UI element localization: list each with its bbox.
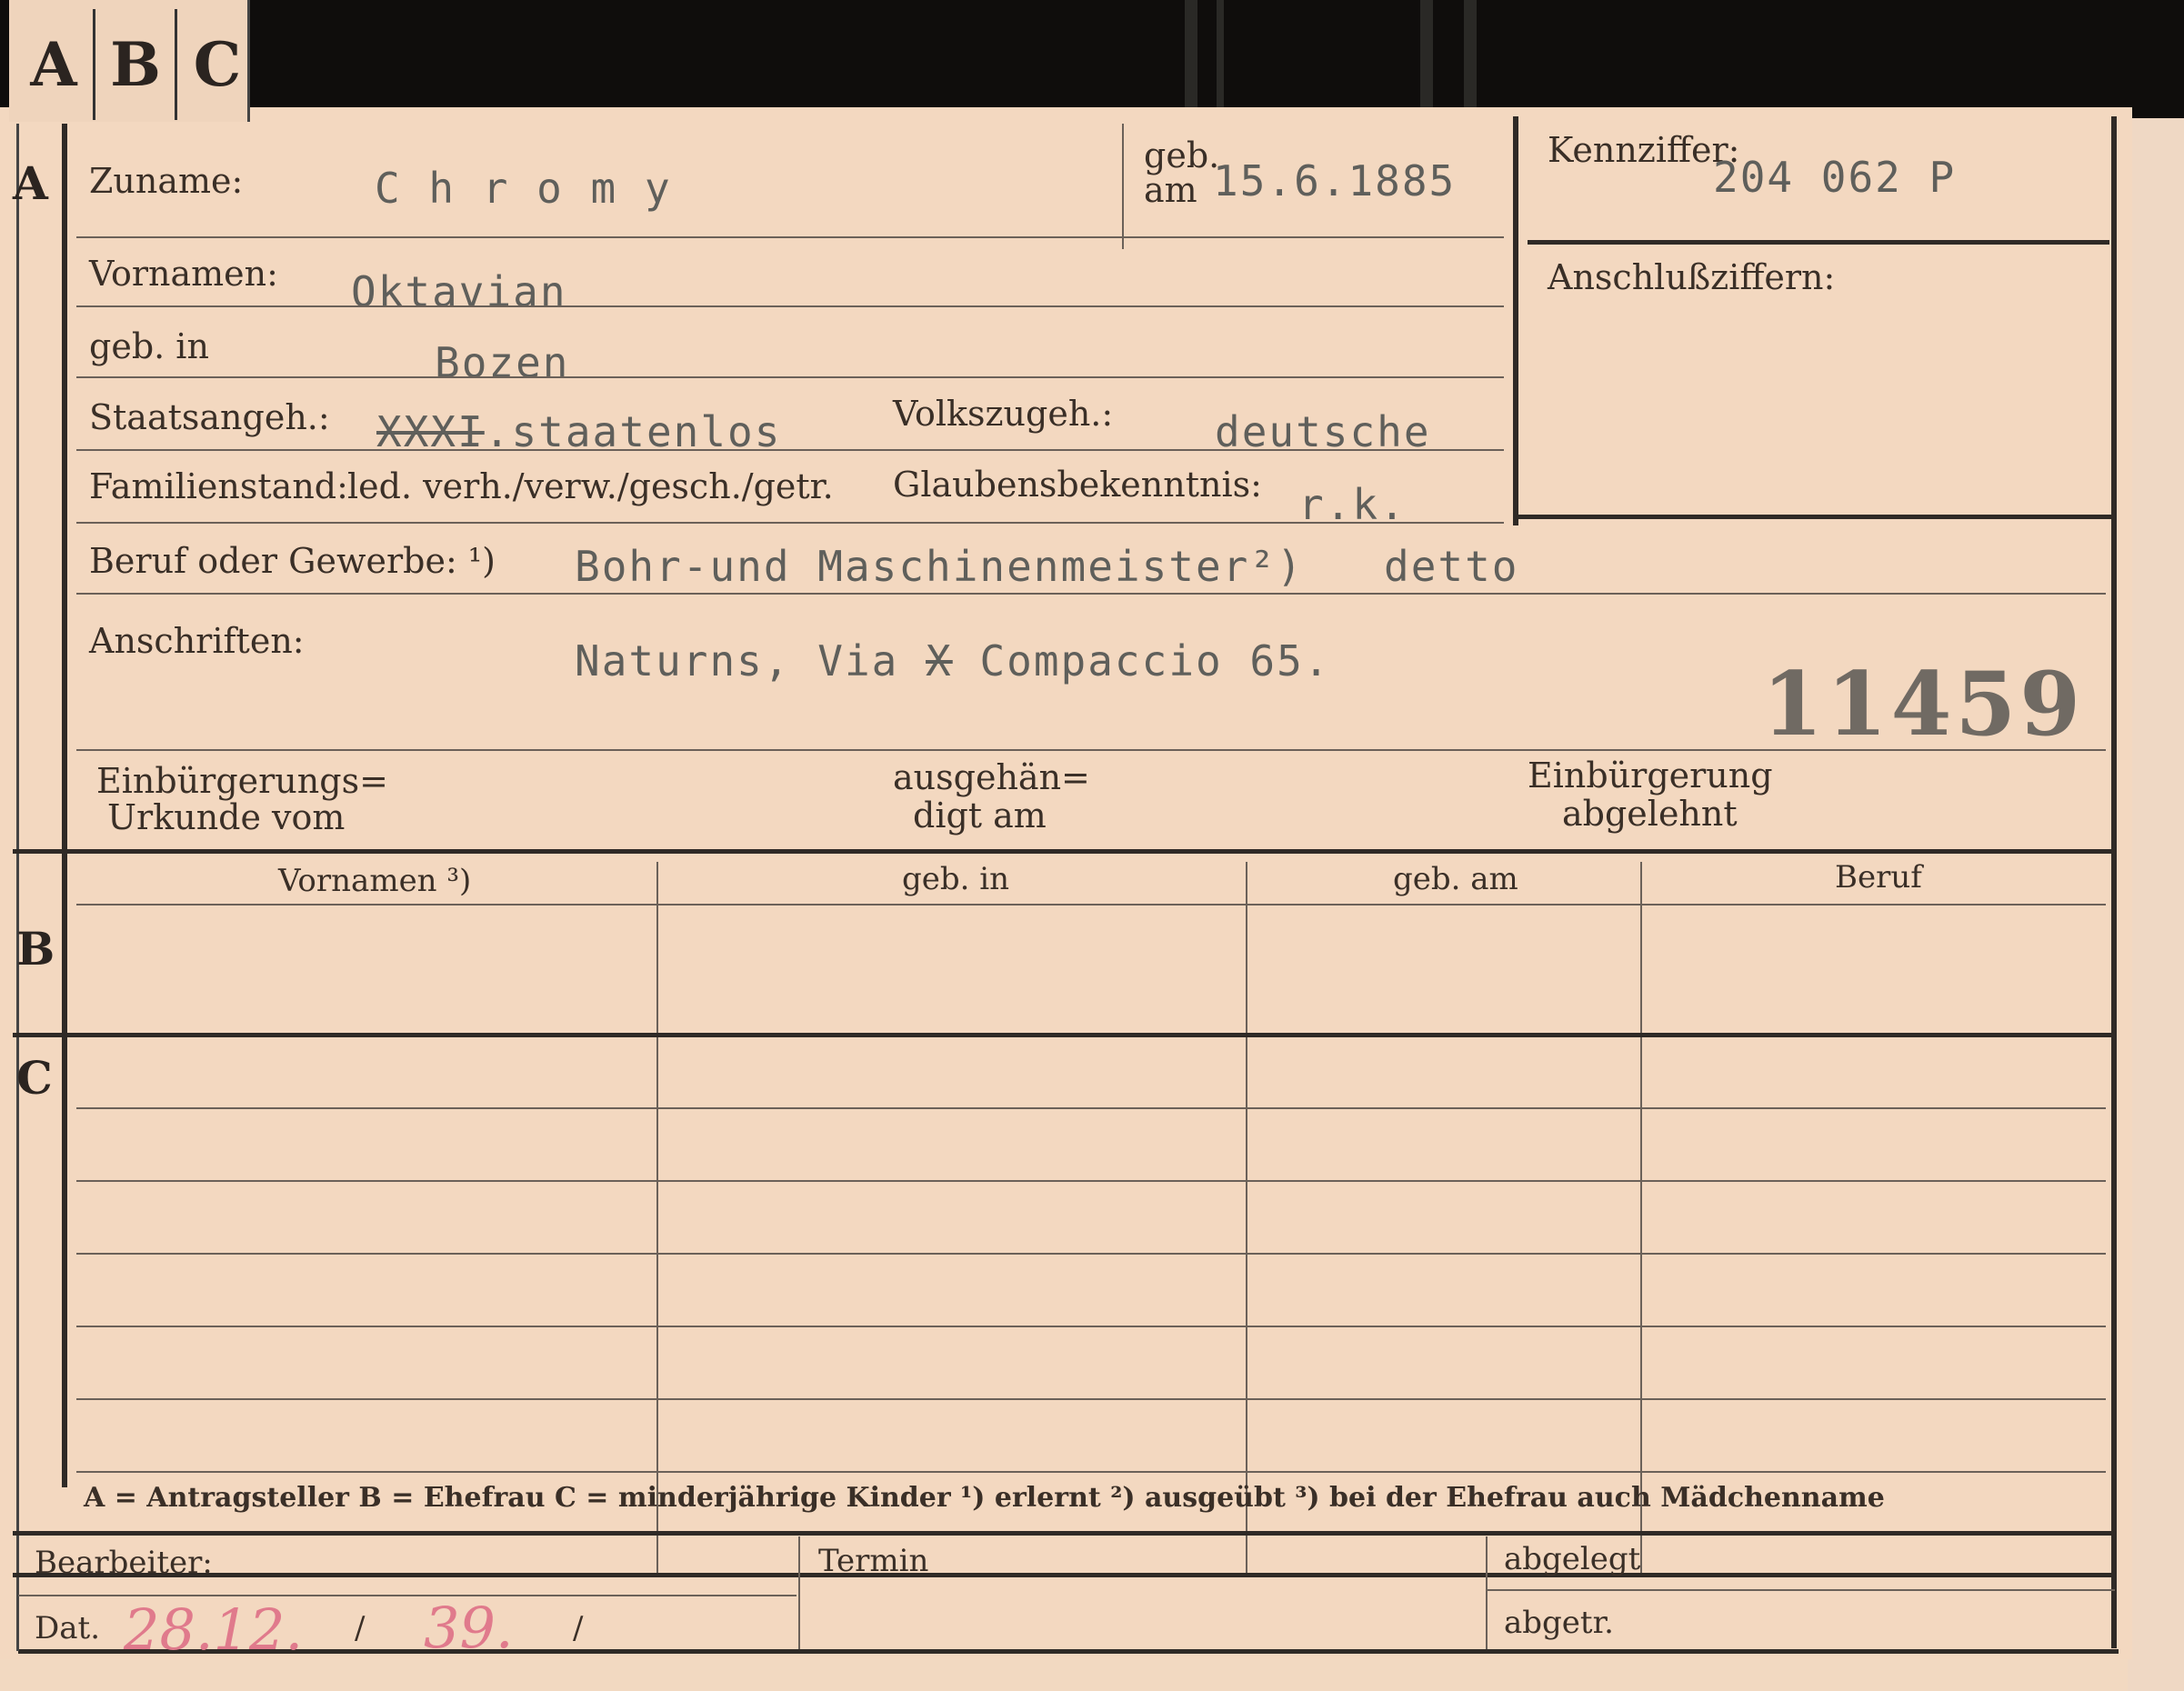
legend-text: A = Antragsteller B = Ehefrau C = minder… [84, 1482, 1885, 1514]
tab-b[interactable]: B [96, 9, 177, 120]
linked-codes-label: Anschlußziffern: [1548, 257, 1836, 297]
table-header-birthplace: geb. in [902, 861, 1010, 897]
occupation-label: Beruf oder Gewerbe: ¹) [89, 541, 496, 581]
code-value: 204 062 P [1713, 153, 1957, 202]
section-b-marker: B [16, 922, 55, 976]
religion-label: Glaubensbekenntnis: [893, 465, 1262, 505]
clip-mark [1420, 0, 1433, 109]
birthplace-label: geb. in [89, 326, 209, 366]
tab-c[interactable]: C [178, 9, 256, 120]
section-a-marker: A [13, 156, 48, 210]
deadline-label: Termin [818, 1543, 929, 1579]
naturalization-refused-label-2: abgelehnt [1562, 794, 1738, 834]
first-names-value: Oktavian [351, 267, 567, 316]
clip-mark [1185, 0, 1197, 109]
section-tabs: A B C [9, 0, 250, 122]
marital-status-options: led. verh./verw./gesch./getr. [347, 466, 834, 506]
children-row-line [76, 1398, 2106, 1400]
citizenship-label: Staatsangeh.: [89, 397, 330, 437]
birthplace-line [76, 376, 1504, 378]
birthplace-value: Bozen [435, 338, 570, 387]
naturalization-refused-label-1: Einbürgerung [1528, 755, 1773, 795]
id-box-divider [1528, 240, 2109, 245]
address-value-street: Naturns, Via [575, 636, 899, 685]
date-handwritten-day-month: 28.12. [124, 1596, 304, 1663]
scanner-background-right [2128, 118, 2184, 1691]
card-left-border [62, 124, 67, 1487]
table-header-first-names: Vornamen ³) [278, 863, 472, 899]
date-slash-2: / [573, 1610, 584, 1646]
first-names-label: Vornamen: [89, 254, 278, 294]
removed-label: abgetr. [1504, 1605, 1614, 1641]
table-col-divider-3 [1640, 862, 1642, 1576]
surname-line [76, 236, 1504, 238]
surname-label: Zuname: [89, 161, 244, 201]
occupation-practiced-value: detto [1384, 542, 1519, 591]
first-names-line [76, 305, 1504, 307]
card-right-border [2111, 116, 2117, 1648]
address-value: Naturns, Via X Compaccio 65. [575, 636, 1330, 685]
address-value-number: Compaccio 65. [979, 636, 1331, 685]
surname-value: C h r o m y [375, 164, 672, 213]
ethnicity-label: Volkszugeh.: [893, 394, 1114, 434]
table-header-line [76, 904, 2106, 906]
citizenship-line [76, 449, 1504, 451]
footer-divider-2 [1486, 1536, 1488, 1649]
marital-status-label: Familienstand: [89, 466, 348, 506]
occupation-value: Bohr-und Maschinenmeister²) [575, 542, 1304, 591]
section-c-marker: C [16, 1051, 53, 1105]
clerk-label: Bearbeiter: [35, 1545, 213, 1581]
card-bottom-border [18, 1649, 2119, 1654]
date-slash: / [355, 1610, 366, 1646]
date-handwritten-year: 39. [424, 1595, 514, 1661]
handed-out-label-2: digt am [913, 795, 1047, 835]
scanner-background-top [0, 0, 2184, 120]
id-box-bottom-border [1513, 515, 2113, 519]
address-label: Anschriften: [89, 621, 305, 661]
address-line [76, 749, 2106, 751]
registration-card: A Zuname: C h r o m y geb. am 15.6.1885 … [0, 107, 2132, 1663]
children-row-line [76, 1253, 2106, 1255]
birth-date-label-am: am [1144, 170, 1197, 210]
address-struck-text: X [926, 636, 953, 685]
marital-status-line [76, 522, 1504, 524]
tab-a[interactable]: A [15, 9, 95, 120]
section-a-bottom-border [13, 849, 2115, 854]
clip-mark [1217, 0, 1224, 109]
table-header-birth-date: geb. am [1393, 861, 1518, 897]
surname-divider [1122, 124, 1124, 249]
occupation-line [76, 593, 2106, 595]
filed-line [1488, 1589, 2115, 1591]
children-row-line [76, 1107, 2106, 1109]
footer-divider-1 [798, 1536, 800, 1649]
handed-out-label-1: ausgehän= [893, 757, 1090, 797]
birth-date-label-geb: geb. [1144, 135, 1220, 175]
birth-date-value: 15.6.1885 [1213, 156, 1457, 205]
table-header-occupation: Beruf [1835, 859, 1922, 896]
date-label: Dat. [35, 1610, 101, 1646]
legend-bottom-border [13, 1531, 2115, 1536]
clip-mark [1464, 0, 1477, 109]
children-row-line [76, 1180, 2106, 1182]
table-col-divider-2 [1246, 862, 1247, 1576]
section-b-bottom-border [13, 1033, 2115, 1037]
section-c-bottom-border [13, 1573, 2115, 1577]
table-col-divider-1 [656, 862, 658, 1576]
children-row-line [76, 1471, 2106, 1473]
naturalization-cert-label-1: Einbürgerungs= [96, 761, 388, 801]
stamp-number: 11459 [1762, 653, 2084, 755]
filed-label: abgelegt [1504, 1541, 1641, 1577]
id-box-left-border [1513, 116, 1518, 525]
children-row-line [76, 1326, 2106, 1327]
card-edge-left [16, 124, 19, 1651]
code-label: Kennziffer: [1548, 130, 1740, 170]
naturalization-cert-label-2: Urkunde vom [107, 797, 346, 837]
